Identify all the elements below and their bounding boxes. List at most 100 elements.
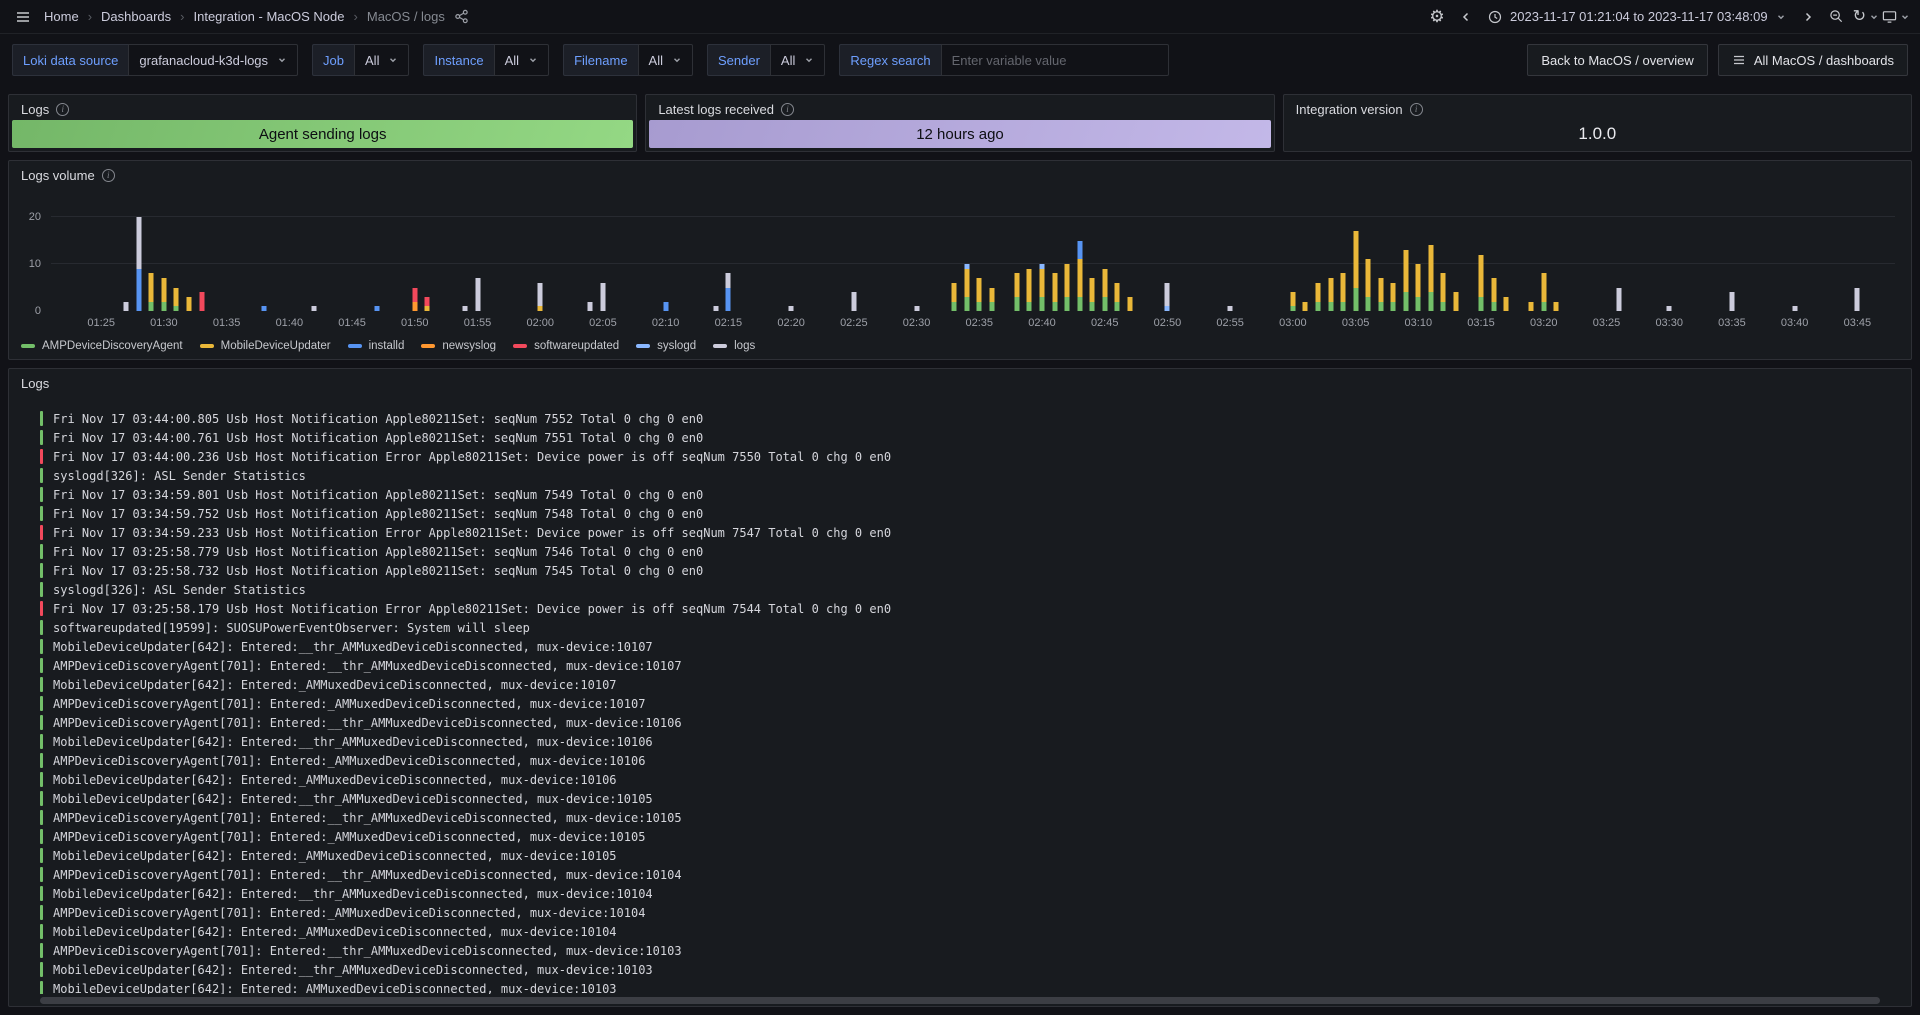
volume-bar[interactable] [1504,217,1509,311]
volume-bar[interactable] [1667,217,1672,311]
filter-label-sender[interactable]: Sender [707,44,770,76]
legend-item-AMPDeviceDiscoveryAgent[interactable]: AMPDeviceDiscoveryAgent [21,340,183,352]
volume-bar[interactable] [1441,217,1446,311]
volume-bar[interactable] [1228,217,1233,311]
volume-bar[interactable] [262,217,267,311]
kiosk-mode-button[interactable] [1882,4,1910,30]
filter-value-loki-data-source[interactable]: grafanacloud-k3d-logs [128,44,298,76]
volume-bar[interactable] [1102,217,1107,311]
volume-bar[interactable] [977,217,982,311]
breadcrumb-item[interactable]: Integration - MacOS Node [193,9,344,24]
refresh-button[interactable]: ↻ [1853,4,1879,30]
volume-bar[interactable] [412,217,417,311]
log-row[interactable]: MobileDeviceUpdater[642]: Entered:_AMMux… [40,675,1899,694]
volume-bar[interactable] [161,217,166,311]
volume-bar[interactable] [1303,217,1308,311]
volume-bar[interactable] [1792,217,1797,311]
volume-bar[interactable] [1090,217,1095,311]
log-row[interactable]: MobileDeviceUpdater[642]: Entered:__thr_… [40,789,1899,808]
dashboard-settings-button[interactable]: ⚙ [1424,4,1450,30]
volume-bar[interactable] [1453,217,1458,311]
info-icon[interactable]: i [102,169,115,182]
volume-bar[interactable] [1052,217,1057,311]
volume-bar[interactable] [1403,217,1408,311]
volume-bar[interactable] [789,217,794,311]
volume-bar[interactable] [1541,217,1546,311]
share-icon[interactable] [449,4,475,30]
scrollbar-thumb[interactable] [40,997,1880,1004]
legend-item-logs[interactable]: logs [713,340,755,352]
regex-search-input[interactable] [941,44,1169,76]
filter-value-sender[interactable]: All [770,44,825,76]
time-range-picker[interactable]: 2023-11-17 01:21:04 to 2023-11-17 03:48:… [1482,9,1792,24]
volume-bar[interactable] [952,217,957,311]
legend-item-installd[interactable]: installd [348,340,405,352]
volume-bar[interactable] [1328,217,1333,311]
volume-bar[interactable] [1366,217,1371,311]
breadcrumb-item[interactable]: Home [44,9,79,24]
all-dashboards-button[interactable]: All MacOS / dashboards [1718,44,1908,76]
log-row[interactable]: MobileDeviceUpdater[642]: Entered:__thr_… [40,732,1899,751]
log-row[interactable]: MobileDeviceUpdater[642]: Entered:__thr_… [40,884,1899,903]
filter-label-job[interactable]: Job [312,44,354,76]
log-row[interactable]: AMPDeviceDiscoveryAgent[701]: Entered:_A… [40,694,1899,713]
volume-bar[interactable] [136,217,141,311]
info-icon[interactable]: i [781,103,794,116]
log-row[interactable]: Fri Nov 17 03:44:00.236 Usb Host Notific… [40,447,1899,466]
volume-bar[interactable] [1416,217,1421,311]
filter-label-filename[interactable]: Filename [563,44,637,76]
legend-item-softwareupdated[interactable]: softwareupdated [513,340,619,352]
volume-bar[interactable] [1077,217,1082,311]
volume-bar[interactable] [1315,217,1320,311]
time-range-forward-button[interactable] [1795,4,1821,30]
volume-bar[interactable] [1027,217,1032,311]
log-row[interactable]: AMPDeviceDiscoveryAgent[701]: Entered:_A… [40,827,1899,846]
volume-bar[interactable] [1065,217,1070,311]
log-row[interactable]: MobileDeviceUpdater[642]: Entered:_AMMux… [40,922,1899,941]
log-row[interactable]: Fri Nov 17 03:25:58.732 Usb Host Notific… [40,561,1899,580]
log-row[interactable]: Fri Nov 17 03:34:59.233 Usb Host Notific… [40,523,1899,542]
volume-bar[interactable] [1290,217,1295,311]
volume-bar[interactable] [1729,217,1734,311]
log-row[interactable]: Fri Nov 17 03:25:58.779 Usb Host Notific… [40,542,1899,561]
log-row[interactable]: AMPDeviceDiscoveryAgent[701]: Entered:_A… [40,903,1899,922]
log-row[interactable]: MobileDeviceUpdater[642]: Entered:__thr_… [40,637,1899,656]
filter-label-regex-search[interactable]: Regex search [839,44,940,76]
time-range-back-button[interactable] [1453,4,1479,30]
volume-bar[interactable] [1855,217,1860,311]
volume-bar[interactable] [726,217,731,311]
volume-bar[interactable] [600,217,605,311]
volume-bar[interactable] [1115,217,1120,311]
volume-bar[interactable] [1529,217,1534,311]
volume-bar[interactable] [1554,217,1559,311]
back-to-overview-button[interactable]: Back to MacOS / overview [1527,44,1707,76]
log-row[interactable]: Fri Nov 17 03:44:00.761 Usb Host Notific… [40,428,1899,447]
filter-label-loki-data-source[interactable]: Loki data source [12,44,128,76]
log-row[interactable]: MobileDeviceUpdater[642]: Entered:_AMMux… [40,979,1899,994]
log-row[interactable]: Fri Nov 17 03:34:59.801 Usb Host Notific… [40,485,1899,504]
log-row[interactable]: MobileDeviceUpdater[642]: Entered:__thr_… [40,960,1899,979]
volume-bar[interactable] [1039,217,1044,311]
legend-item-newsyslog[interactable]: newsyslog [421,340,496,352]
log-row[interactable]: softwareupdated[19599]: SUOSUPowerEventO… [40,618,1899,637]
breadcrumb-item[interactable]: Dashboards [101,9,171,24]
volume-bar[interactable] [425,217,430,311]
volume-bar[interactable] [186,217,191,311]
volume-bar[interactable] [199,217,204,311]
volume-bar[interactable] [1617,217,1622,311]
volume-bar[interactable] [989,217,994,311]
breadcrumb-item[interactable]: MacOS / logs [367,9,445,24]
volume-bar[interactable] [312,217,317,311]
volume-bar[interactable] [538,217,543,311]
volume-bar[interactable] [1341,217,1346,311]
log-row[interactable]: AMPDeviceDiscoveryAgent[701]: Entered:__… [40,656,1899,675]
info-icon[interactable]: i [56,103,69,116]
filter-label-instance[interactable]: Instance [423,44,493,76]
volume-bar[interactable] [1479,217,1484,311]
volume-bar[interactable] [713,217,718,311]
log-row[interactable]: Fri Nov 17 03:34:59.752 Usb Host Notific… [40,504,1899,523]
volume-bar[interactable] [964,217,969,311]
filter-value-filename[interactable]: All [638,44,693,76]
volume-bar[interactable] [1127,217,1132,311]
volume-bar[interactable] [663,217,668,311]
